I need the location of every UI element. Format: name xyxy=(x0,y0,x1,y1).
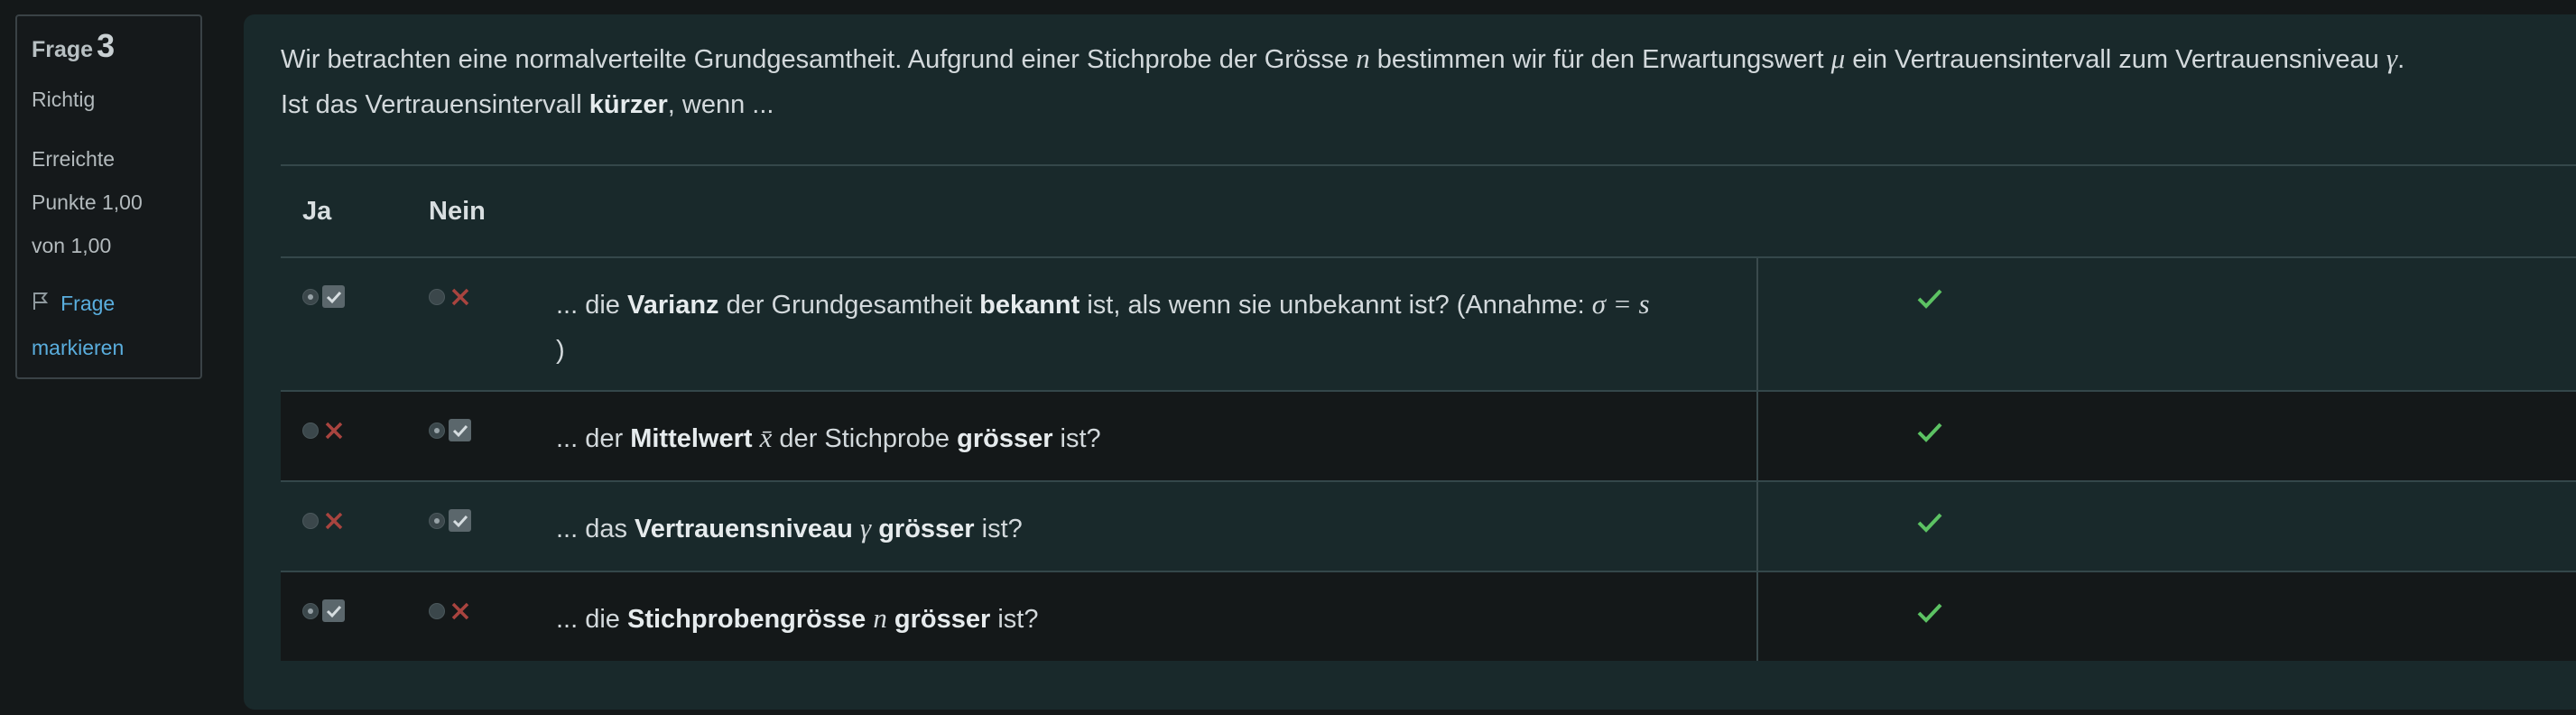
question-grade: Erreichte Punkte 1,00 von 1,00 xyxy=(32,137,186,267)
option-ja[interactable] xyxy=(302,509,345,532)
flag-question-link[interactable]: Frage markieren xyxy=(32,282,186,369)
var-gamma: γ xyxy=(2386,42,2398,74)
radio-button[interactable] xyxy=(429,602,445,619)
grade-line-2: Punkte 1,00 xyxy=(32,190,143,214)
option-nein[interactable] xyxy=(429,285,471,308)
column-divider xyxy=(1756,482,1758,571)
table-row: ... die Varianz der Grundgesamtheit beka… xyxy=(281,258,2576,392)
column-header-ja: Ja xyxy=(302,197,332,226)
math-sigma-equals-s: σ = s xyxy=(1591,288,1650,320)
green-check-icon xyxy=(1916,601,1943,629)
flag-label-2[interactable]: markieren xyxy=(32,326,186,369)
var-n: n xyxy=(1356,42,1370,74)
green-check-icon xyxy=(1916,287,1943,315)
radio-button[interactable] xyxy=(302,422,319,439)
column-divider xyxy=(1756,572,1758,661)
checkbox-check-icon xyxy=(322,285,345,308)
question-info-panel: Frage 3 Richtig Erreichte Punkte 1,00 von… xyxy=(15,14,202,379)
radio-button[interactable] xyxy=(429,288,445,305)
radio-button[interactable] xyxy=(302,288,319,305)
option-nein[interactable] xyxy=(429,599,471,622)
table-row: ... das Vertrauensniveau γ grösser ist? xyxy=(281,482,2576,572)
question-text: Wir betrachten eine normalverteilte Grun… xyxy=(281,36,2576,127)
question-number-value: 3 xyxy=(97,27,116,64)
question-label: Frage xyxy=(32,37,94,62)
math-n: n xyxy=(873,602,887,634)
column-divider xyxy=(1756,258,1758,390)
table-row: ... der Mittelwert x̄ der Stichprobe grö… xyxy=(281,392,2576,482)
flag-icon xyxy=(32,292,55,315)
column-divider xyxy=(1756,392,1758,480)
option-ja[interactable] xyxy=(302,599,345,622)
cross-icon xyxy=(322,419,345,441)
option-nein[interactable] xyxy=(429,419,471,441)
radio-button[interactable] xyxy=(429,422,445,439)
table-row: ... die Stichprobengrösse n grösser ist? xyxy=(281,572,2576,661)
statement-text: ... der Mittelwert x̄ der Stichprobe grö… xyxy=(556,422,1101,453)
cross-icon xyxy=(449,599,471,622)
option-nein[interactable] xyxy=(429,509,471,532)
cross-icon xyxy=(322,509,345,532)
grade-line-1: Erreichte xyxy=(32,147,116,171)
green-check-icon xyxy=(1916,421,1943,449)
var-mu: μ xyxy=(1830,42,1846,74)
checkbox-check-icon xyxy=(322,599,345,622)
option-ja[interactable] xyxy=(302,419,345,441)
math-x-bar: x̄ xyxy=(759,422,773,453)
column-header-nein: Nein xyxy=(429,197,486,226)
table-header: Ja Nein xyxy=(281,164,2576,258)
question-number: Frage 3 xyxy=(32,27,186,65)
flag-label-1[interactable]: Frage xyxy=(60,292,115,315)
radio-button[interactable] xyxy=(302,602,319,619)
statement-text: ... die Stichprobengrösse n grösser ist? xyxy=(556,602,1039,634)
question-state: Richtig xyxy=(32,88,96,111)
checkbox-check-icon xyxy=(449,419,471,441)
grade-line-3: von 1,00 xyxy=(32,234,112,257)
radio-button[interactable] xyxy=(302,512,319,529)
answer-table: Ja Nein ... die Varianz der Grundgesamth… xyxy=(281,164,2576,661)
question-line-2: Ist das Vertrauensintervall kürzer, wenn… xyxy=(281,90,774,119)
question-line-1: Wir betrachten eine normalverteilte Grun… xyxy=(281,42,2405,74)
option-ja[interactable] xyxy=(302,285,345,308)
statement-text: ... die Varianz der Grundgesamtheit beka… xyxy=(556,288,1650,365)
math-gamma: γ xyxy=(859,512,872,543)
radio-button[interactable] xyxy=(429,512,445,529)
cross-icon xyxy=(449,285,471,308)
statement-text: ... das Vertrauensniveau γ grösser ist? xyxy=(556,512,1023,543)
checkbox-check-icon xyxy=(449,509,471,532)
green-check-icon xyxy=(1916,511,1943,539)
